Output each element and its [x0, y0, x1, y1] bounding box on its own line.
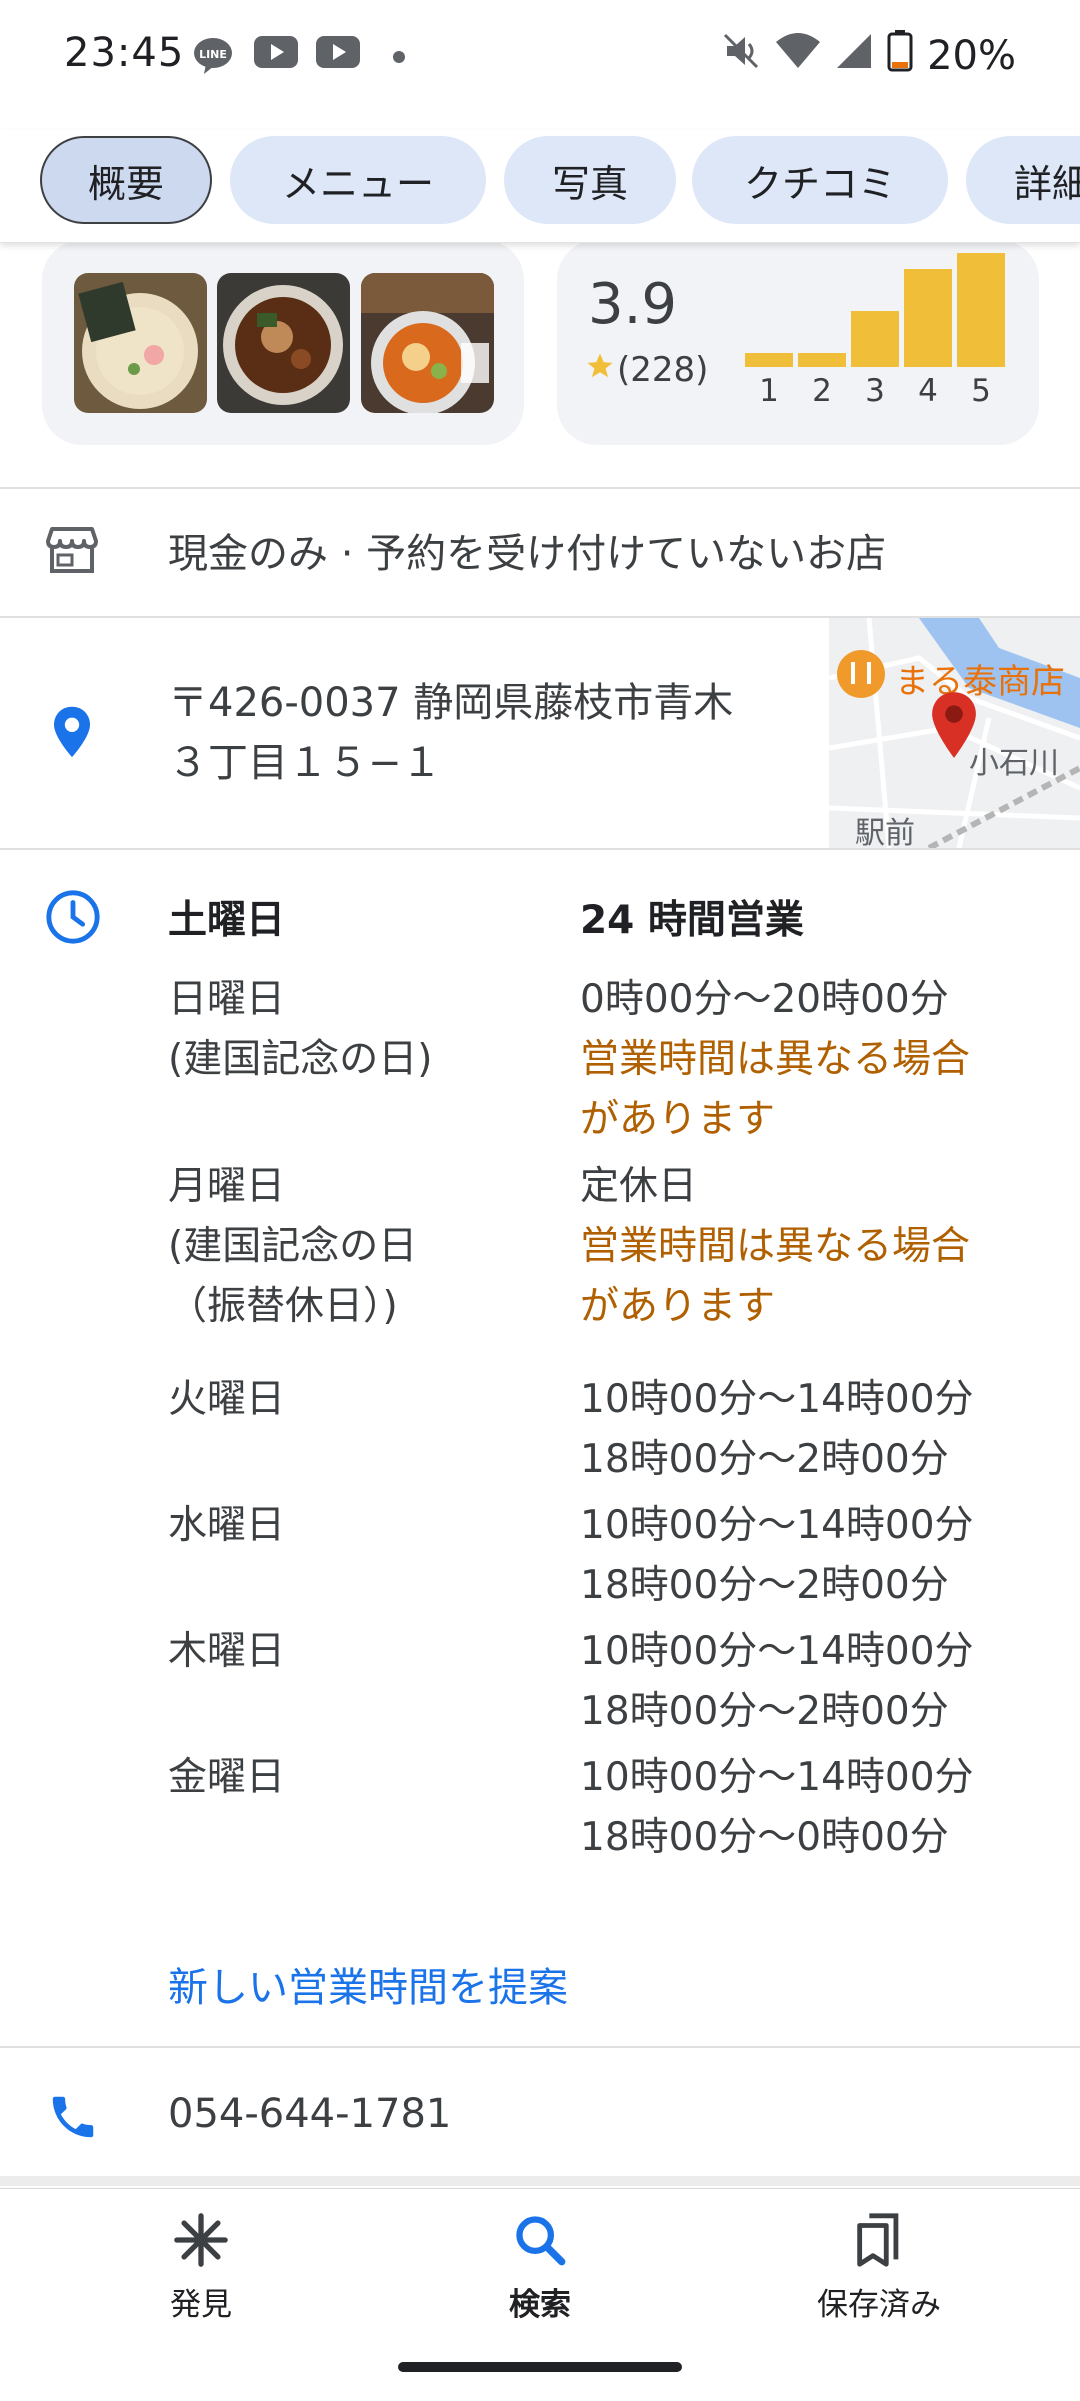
rating-bar-5	[957, 253, 1005, 367]
phone-number[interactable]: 054-644-1781	[168, 2091, 451, 2137]
suggest-hours-link[interactable]: 新しい営業時間を提案	[168, 1955, 568, 2013]
hours-tuesday: 10時00分～14時00分	[580, 1377, 974, 1422]
explore-icon	[172, 2213, 230, 2273]
hours-wednesday: 10時00分～14時00分	[580, 1503, 974, 1548]
hours-note: があります	[580, 1097, 776, 1142]
nav-explore-label: 発見	[170, 2287, 232, 2323]
battery-percent: 20%	[927, 33, 1016, 79]
hours-day-sunday: 日曜日	[168, 977, 286, 1022]
tab-bar: 概要 メニュー 写真 クチコミ 詳細	[0, 130, 1080, 243]
holiday-label: （振替休日）)	[168, 1284, 398, 1329]
clock: 23:45	[64, 30, 185, 76]
map-station-label: 駅前	[855, 816, 915, 848]
rating-bar-label: 2	[812, 373, 832, 409]
tab-menu[interactable]: メニュー	[230, 136, 486, 224]
hours-wednesday: 18時00分～2時00分	[580, 1563, 949, 1608]
hours-monday: 定休日	[580, 1164, 698, 1209]
address[interactable]: 〒426-0037 静岡県藤枝市青木 ３丁目１５−１	[168, 673, 733, 793]
hours-note: 営業時間は異なる場合	[580, 1224, 971, 1269]
tab-details[interactable]: 詳細	[966, 136, 1080, 224]
rating-score: 3.9	[588, 272, 678, 337]
address-line-2: ３丁目１５−１	[168, 740, 442, 786]
svg-text:LINE: LINE	[199, 48, 227, 61]
store-icon	[46, 525, 98, 579]
search-icon	[511, 2216, 569, 2273]
rating-bar-label: 4	[918, 373, 938, 409]
tab-reviews[interactable]: クチコミ	[692, 136, 948, 224]
hours-day-monday: 月曜日	[168, 1164, 286, 1209]
hours-note: があります	[580, 1284, 776, 1329]
signal-icon	[835, 32, 873, 80]
hours-day-saturday: 土曜日	[168, 898, 286, 943]
nav-explore[interactable]: 発見	[101, 2211, 301, 2324]
youtube-icon	[316, 36, 360, 68]
dot-icon	[392, 50, 406, 64]
divider	[0, 487, 1080, 489]
hours-note: 営業時間は異なる場合	[580, 1037, 971, 1082]
hours-friday: 18時00分～0時00分	[580, 1815, 949, 1860]
star-icon	[585, 350, 615, 390]
tab-overview[interactable]: 概要	[40, 136, 212, 224]
map-thumbnail[interactable]: まる泰商店 小石川 駅前	[829, 618, 1080, 848]
address-line-1: 〒426-0037 静岡県藤枝市青木	[168, 680, 734, 726]
divider	[0, 2176, 1080, 2186]
map-pin-icon	[927, 690, 981, 764]
hours-day-wednesday: 水曜日	[168, 1503, 286, 1548]
ramen-photo-1[interactable]	[74, 273, 207, 413]
ramen-photo-3[interactable]	[361, 273, 494, 413]
rating-count-row: (228)	[585, 350, 708, 390]
wifi-icon	[775, 32, 821, 80]
review-count: (228)	[617, 350, 709, 390]
hours-day-thursday: 木曜日	[168, 1629, 286, 1674]
hours-saturday: 24 時間営業	[580, 898, 804, 943]
holiday-label: (建国記念の日	[168, 1224, 418, 1269]
hours-thursday: 18時00分～2時00分	[580, 1689, 949, 1734]
hours-day-friday: 金曜日	[168, 1755, 286, 1800]
hours-thursday: 10時00分～14時00分	[580, 1629, 974, 1674]
divider	[0, 848, 1080, 850]
youtube-icon	[254, 36, 298, 68]
hours-sunday: 0時00分～20時00分	[580, 977, 949, 1022]
location-pin-icon	[50, 705, 94, 763]
phone-icon	[46, 2090, 100, 2148]
status-bar: 23:45 LINE 20%	[0, 0, 1080, 118]
battery-icon	[887, 30, 913, 82]
nav-search[interactable]: 検索	[440, 2211, 640, 2324]
nav-search-label: 検索	[509, 2287, 571, 2323]
hours-tuesday: 18時00分～2時00分	[580, 1437, 949, 1482]
hours-day-tuesday: 火曜日	[168, 1377, 286, 1422]
tab-photos[interactable]: 写真	[504, 136, 676, 224]
rating-bar-1	[745, 353, 793, 367]
rating-bar-3	[851, 311, 899, 367]
clock-icon	[44, 888, 102, 950]
ramen-photo-2[interactable]	[217, 273, 350, 413]
line-icon: LINE	[192, 36, 234, 76]
holiday-label: (建国記念の日)	[168, 1037, 433, 1082]
home-indicator[interactable]	[398, 2362, 682, 2372]
nav-saved-label: 保存済み	[817, 2287, 941, 2323]
divider	[0, 2046, 1080, 2048]
hours-friday: 10時00分～14時00分	[580, 1755, 974, 1800]
rating-bar-4	[904, 269, 952, 367]
rating-bar-label: 3	[865, 373, 885, 409]
rating-bar-label: 5	[971, 373, 991, 409]
nav-saved[interactable]: 保存済み	[779, 2211, 979, 2324]
map-place-label: 小石川	[969, 746, 1059, 781]
rating-bar-2	[798, 353, 846, 367]
mute-icon	[721, 31, 761, 81]
service-options: 現金のみ · 予約を受け付けていないお店	[168, 531, 887, 577]
saved-icon	[850, 2213, 908, 2273]
rating-bar-label: 1	[759, 373, 779, 409]
